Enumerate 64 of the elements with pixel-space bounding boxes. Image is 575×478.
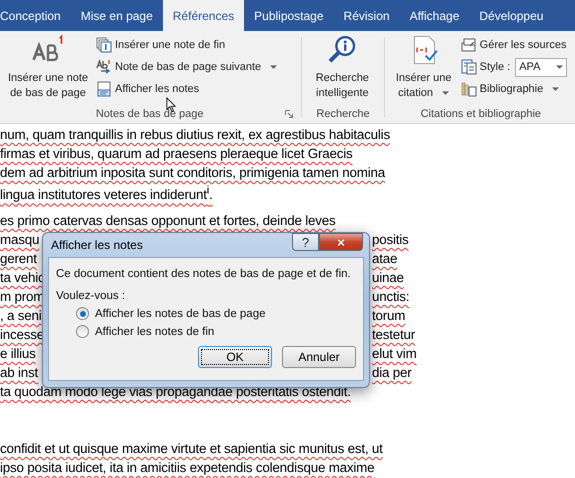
caret-icon: [442, 91, 450, 96]
ribbon-item[interactable]: Insérer une note de fin: [96, 35, 278, 55]
dialog-button[interactable]: OK: [198, 346, 272, 368]
ribbon-tab[interactable]: Conception: [0, 0, 71, 31]
document-text: gerent: [0, 250, 37, 268]
radio-button[interactable]: [76, 325, 89, 338]
document-text: , a seni: [0, 307, 42, 325]
document-text: firmas et viribus, quarum ad praesens pleraeque licet Graecis: [0, 146, 352, 161]
ribbon-tab[interactable]: Révision: [334, 0, 400, 31]
dialog-prompt: Voulez-vous :: [56, 290, 126, 302]
document-text: masqu: [0, 231, 40, 249]
document-text: num, quam tranquillis in rebus diutius rexit, ex agrestibus habitaculis: [0, 127, 390, 142]
document-text: ta quodam modo lege vias propagandae posteritatis ostendit.: [0, 384, 351, 399]
manage-sources-button[interactable]: Gérer les sources: [460, 35, 568, 55]
document-text: lingua institutores veteres indiderunt$^{i}$.: [0, 187, 213, 202]
smart-lookup-button[interactable]: Recherche intelligente: [304, 34, 380, 105]
style-icon: [460, 59, 477, 75]
document-text: dem ad arbitrium inposita sunt conditoris, primigenia tamen nomina: [0, 165, 385, 180]
document-text: dia per: [372, 364, 412, 382]
caret-icon: [552, 86, 560, 92]
document-text: torum: [372, 307, 406, 325]
dialog-launcher-icon[interactable]: [285, 110, 294, 118]
ribbon-item[interactable]: Afficher les notes: [96, 79, 278, 99]
group-label: Citations et bibliographie: [420, 108, 542, 120]
close-button[interactable]: ×: [319, 233, 363, 251]
style-dropdown[interactable]: APA: [515, 58, 568, 76]
help-button[interactable]: ?: [292, 233, 319, 251]
document-text: uinae: [372, 269, 404, 287]
option-label[interactable]: Afficher les notes de fin: [95, 326, 214, 338]
bibliography-button[interactable]: Bibliographie: [460, 79, 568, 99]
ribbon-tab[interactable]: Développeu: [469, 0, 554, 31]
next-footnote-icon: [96, 59, 112, 75]
sources-icon: [460, 37, 477, 53]
radio-button[interactable]: [76, 307, 89, 320]
caret-icon: [556, 64, 564, 70]
document-text: confidit et ut quisque maxime virtute et sapientia sic munitus est, ut: [0, 441, 383, 456]
option-label[interactable]: Afficher les notes de bas de page: [95, 308, 266, 320]
document-text: elut vim: [372, 345, 417, 363]
endnote-icon: [96, 37, 112, 53]
insert-citation-button[interactable]: Insérer une citation: [386, 34, 461, 105]
dialog-message: Ce document contient des notes de bas de page et de fin.: [56, 268, 352, 280]
ribbon-tab[interactable]: Publipostage: [244, 0, 334, 31]
document-text: positis: [372, 231, 409, 249]
insert-footnote-button[interactable]: Insérer une note de bas de page: [0, 34, 96, 105]
group-label: Notes de bas de page: [96, 108, 204, 120]
document-text: incesse: [0, 326, 44, 344]
caret-icon: [270, 64, 278, 70]
ribbon-tab[interactable]: Références: [162, 0, 244, 31]
document-text: testetur: [372, 326, 416, 344]
document-text: unctis:: [372, 288, 410, 306]
dialog-title: Afficher les notes: [51, 238, 143, 252]
ribbon-tab[interactable]: Affichage: [400, 0, 470, 31]
document-text: ipso posita iudicet, ita in amicitiis expetendis colendisque maxime: [0, 460, 374, 475]
document-text: atae: [372, 250, 398, 268]
ribbon-tab[interactable]: Mise en page: [70, 0, 163, 31]
dialog-button[interactable]: Annuler: [282, 346, 356, 368]
ribbon-item[interactable]: Note de bas de page suivante: [96, 57, 278, 77]
style-label: Style :: [480, 61, 510, 73]
notes-icon: [96, 81, 112, 97]
group-label: Recherche: [316, 108, 370, 120]
document-text: es primo catervas densas opponunt et fortes, deinde leves: [0, 213, 336, 228]
document-text: ab inst: [0, 364, 38, 382]
bibliography-icon: [460, 81, 477, 97]
document-text: e illius: [0, 345, 36, 363]
